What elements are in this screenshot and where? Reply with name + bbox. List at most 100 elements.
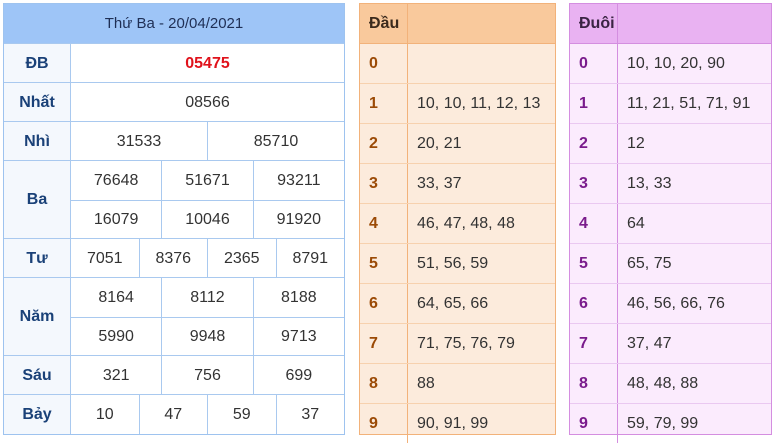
prize-number: 7051 bbox=[86, 249, 123, 267]
dau-values: 90, 91, 99 bbox=[417, 414, 489, 432]
duoi-row: 9 59, 79, 99 bbox=[570, 403, 771, 443]
prize-number: 08566 bbox=[185, 93, 230, 111]
prize-number: 37 bbox=[275, 395, 345, 434]
duoi-header-blank bbox=[618, 4, 771, 43]
prize-row: Năm 8164 8112 8188 5990 9948 9713 bbox=[4, 277, 344, 356]
duoi-values: 11, 21, 51, 71, 91 bbox=[627, 94, 751, 112]
dau-digit: 2 bbox=[360, 124, 408, 163]
prize-row: Ba 76648 51671 93211 16079 10046 91920 bbox=[4, 160, 344, 239]
duoi-digit: 3 bbox=[570, 164, 618, 203]
prize-numbers: 08566 bbox=[71, 83, 344, 122]
prize-number: 8188 bbox=[252, 278, 344, 317]
prize-number: 2365 bbox=[207, 239, 276, 278]
dau-row: 2 20, 21 bbox=[360, 123, 555, 163]
prize-label: Năm bbox=[4, 278, 71, 356]
duoi-values: 65, 75 bbox=[627, 254, 672, 272]
prize-number: 10046 bbox=[161, 201, 252, 239]
dau-row: 9 90, 91, 99 bbox=[360, 403, 555, 443]
dau-digit: 1 bbox=[360, 84, 408, 123]
dau-digit: 8 bbox=[360, 364, 408, 403]
dau-values: 20, 21 bbox=[417, 134, 462, 152]
prize-row: Tư 7051 8376 2365 8791 bbox=[4, 238, 344, 278]
dau-header: Đầu bbox=[360, 4, 408, 43]
prize-number: 91920 bbox=[252, 201, 344, 239]
prize-numbers: 05475 bbox=[71, 44, 344, 83]
duoi-header: Đuôi bbox=[570, 4, 618, 43]
prize-number: 16079 bbox=[93, 211, 139, 228]
prize-line: 7051 8376 2365 8791 bbox=[71, 239, 344, 278]
prize-numbers: 7051 8376 2365 8791 bbox=[71, 239, 344, 278]
duoi-values: 46, 56, 66, 76 bbox=[627, 294, 725, 312]
prize-label: Bảy bbox=[4, 395, 71, 434]
duoi-digit: 5 bbox=[570, 244, 618, 283]
prize-line: 08566 bbox=[71, 83, 344, 122]
prize-label: Nhất bbox=[4, 83, 71, 122]
duoi-values: 64 bbox=[627, 214, 645, 232]
prize-number: 8112 bbox=[161, 278, 252, 317]
dau-digit: 5 bbox=[360, 244, 408, 283]
dau-row: 4 46, 47, 48, 48 bbox=[360, 203, 555, 243]
duoi-row: 3 13, 33 bbox=[570, 163, 771, 203]
duoi-row: 5 65, 75 bbox=[570, 243, 771, 283]
dau-digit: 3 bbox=[360, 164, 408, 203]
duoi-row: 1 11, 21, 51, 71, 91 bbox=[570, 83, 771, 123]
prize-label: ĐB bbox=[4, 44, 71, 83]
prize-number: 93211 bbox=[252, 161, 344, 200]
dau-values: 46, 47, 48, 48 bbox=[417, 214, 515, 232]
prize-line: 16079 10046 91920 bbox=[71, 200, 344, 239]
prize-number: 76648 bbox=[93, 171, 139, 189]
prize-number: 8376 bbox=[138, 239, 208, 278]
duoi-digit: 6 bbox=[570, 284, 618, 323]
prize-numbers: 31533 85710 bbox=[71, 122, 344, 161]
dau-row: 6 64, 65, 66 bbox=[360, 283, 555, 323]
dau-row: 5 51, 56, 59 bbox=[360, 243, 555, 283]
dau-digit: 6 bbox=[360, 284, 408, 323]
prize-line: 31533 85710 bbox=[71, 122, 344, 161]
prize-numbers: 76648 51671 93211 16079 10046 91920 bbox=[71, 161, 344, 239]
duoi-row: 8 48, 48, 88 bbox=[570, 363, 771, 403]
duoi-digit: 9 bbox=[570, 404, 618, 443]
duoi-values: 10, 10, 20, 90 bbox=[627, 54, 725, 72]
duoi-row: 2 12 bbox=[570, 123, 771, 163]
duoi-values: 37, 47 bbox=[627, 334, 672, 352]
duoi-values: 13, 33 bbox=[627, 174, 672, 192]
prize-line: 5990 9948 9713 bbox=[71, 317, 344, 356]
dau-values: 33, 37 bbox=[417, 174, 462, 192]
prize-line: 321 756 699 bbox=[71, 356, 344, 395]
prize-row: Sáu 321 756 699 bbox=[4, 355, 344, 395]
prize-row: ĐB 05475 bbox=[4, 43, 344, 83]
duoi-digit: 1 bbox=[570, 84, 618, 123]
dau-digit: 7 bbox=[360, 324, 408, 363]
duoi-digit: 8 bbox=[570, 364, 618, 403]
special-prize-number: 05475 bbox=[185, 54, 230, 72]
prize-label: Tư bbox=[4, 239, 71, 278]
prize-line: 05475 bbox=[71, 44, 344, 83]
duoi-header-row: Đuôi bbox=[570, 4, 771, 44]
dau-row: 0 bbox=[360, 44, 555, 83]
prize-number: 8164 bbox=[98, 288, 134, 306]
dau-values bbox=[408, 44, 555, 83]
prize-number: 85710 bbox=[207, 122, 344, 161]
results-date-title: Thứ Ba - 20/04/2021 bbox=[4, 4, 344, 43]
duoi-rows: 0 10, 10, 20, 90 1 11, 21, 51, 71, 91 2 12 3 13… bbox=[570, 44, 771, 443]
dau-table: Đầu 0 1 10, 10, 11, 12, 13 2 20, 21 3 33, 37 4 4… bbox=[359, 3, 556, 443]
dau-digit: 4 bbox=[360, 204, 408, 243]
dau-row: 1 10, 10, 11, 12, 13 bbox=[360, 83, 555, 123]
duoi-values: 48, 48, 88 bbox=[627, 374, 699, 392]
prize-row: Nhì 31533 85710 bbox=[4, 121, 344, 161]
dau-values: 64, 65, 66 bbox=[417, 294, 489, 312]
prize-numbers: 10 47 59 37 bbox=[71, 395, 344, 434]
duoi-row: 7 37, 47 bbox=[570, 323, 771, 363]
prize-line: 8164 8112 8188 bbox=[71, 278, 344, 317]
dau-values: 10, 10, 11, 12, 13 bbox=[417, 94, 541, 112]
prize-number: 9713 bbox=[252, 318, 344, 356]
dau-values: 71, 75, 76, 79 bbox=[417, 334, 515, 352]
duoi-digit: 2 bbox=[570, 124, 618, 163]
prize-number: 10 bbox=[95, 405, 114, 423]
prize-number: 59 bbox=[207, 395, 276, 434]
prize-row: Bảy 10 47 59 37 bbox=[4, 394, 344, 434]
prize-number: 31533 bbox=[116, 132, 162, 150]
duoi-digit: 0 bbox=[570, 44, 618, 83]
prize-line: 10 47 59 37 bbox=[71, 395, 344, 434]
dau-digit: 0 bbox=[360, 44, 408, 83]
